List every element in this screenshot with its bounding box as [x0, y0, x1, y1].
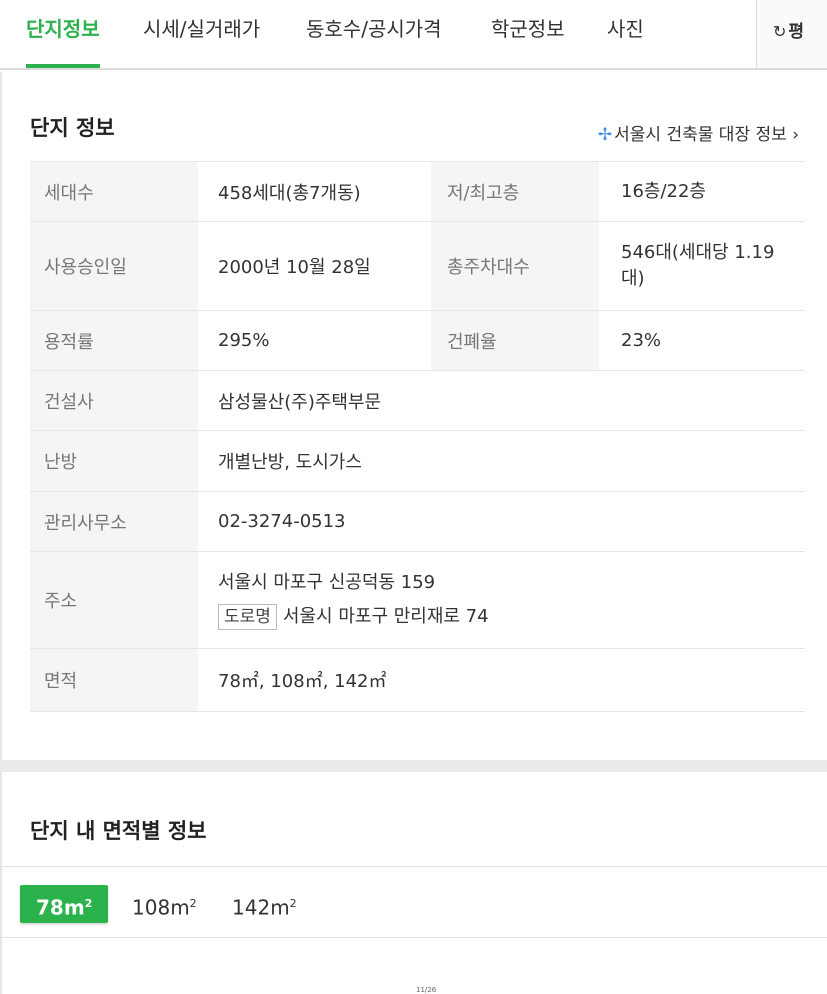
area-tab-unit-sup: 2	[289, 897, 297, 910]
far-value: 295%	[198, 310, 431, 371]
road-name-badge: 도로명	[218, 604, 277, 630]
address-road: 서울시 마포구 만리재로 74	[282, 606, 489, 627]
table-row: 난방 개별난방, 도시가스	[30, 430, 805, 492]
floorplan-caption: 11/26	[416, 986, 437, 994]
table-row: 세대수 458세대(총7개동) 저/최고층 16층/22층	[30, 161, 805, 222]
table-row: 사용승인일 2000년 10월 28일 총주차대수 546대(세대당 1.19대…	[30, 221, 805, 311]
tab-school[interactable]: 학군정보	[491, 0, 565, 68]
area-label: 면적	[30, 648, 198, 712]
bcr-value: 23%	[599, 310, 805, 371]
floors-label: 저/최고층	[431, 161, 599, 222]
building-register-link-label: 서울시 건축물 대장 정보	[614, 125, 787, 145]
heating-label: 난방	[30, 430, 198, 492]
table-row: 관리사무소 02-3274-0513	[30, 491, 805, 552]
bcr-label: 건폐율	[431, 310, 599, 371]
office-phone: 02-3274-0513	[198, 491, 805, 552]
area-tab-unit-sup: 2	[84, 897, 93, 910]
table-row: 면적 78㎡, 108㎡, 142㎡	[30, 648, 805, 712]
far-label: 용적률	[30, 310, 198, 371]
address-label: 주소	[30, 551, 198, 649]
area-tab-unit-sup: 2	[189, 897, 197, 910]
table-row: 주소 서울시 마포구 신공덕동 159 도로명 서울시 마포구 만리재로 74	[30, 551, 805, 649]
area-tab-value: 78	[36, 895, 64, 920]
approval-label: 사용승인일	[30, 221, 198, 311]
area-tab-142[interactable]: 142m2	[232, 885, 297, 923]
area-tab-unit: m	[170, 895, 190, 920]
chevron-right-icon: ›	[792, 125, 799, 145]
area-tab-unit: m	[270, 895, 290, 920]
seoul-logo-icon: ✢	[597, 125, 613, 145]
area-tab-bar: 78m2 108m2 142m2	[0, 866, 827, 938]
section-title-complex-info: 단지 정보	[30, 116, 115, 140]
area-tab-78[interactable]: 78m2	[20, 885, 109, 923]
unit-toggle-button[interactable]: ↻ 평	[756, 0, 827, 68]
office-label: 관리사무소	[30, 491, 198, 552]
tab-price[interactable]: 시세/실거래가	[143, 0, 260, 68]
table-row: 건설사 삼성물산(주)주택부문	[30, 370, 805, 431]
refresh-icon: ↻	[773, 22, 787, 41]
area-value: 78㎡, 108㎡, 142㎡	[198, 648, 805, 712]
households-value: 458세대(총7개동)	[198, 161, 431, 222]
area-tab-108[interactable]: 108m2	[132, 885, 197, 923]
area-tab-unit: m	[63, 895, 85, 920]
section-title-area-info: 단지 내 면적별 정보	[30, 819, 207, 843]
tab-complex-info[interactable]: 단지정보	[26, 0, 100, 68]
tab-unit-price[interactable]: 동호수/공시가격	[306, 0, 442, 68]
households-label: 세대수	[30, 161, 198, 222]
complex-info-table: 세대수 458세대(총7개동) 저/최고층 16층/22층 사용승인일 2000…	[30, 161, 805, 712]
builder-value: 삼성물산(주)주택부문	[198, 370, 805, 431]
address-cell: 서울시 마포구 신공덕동 159 도로명 서울시 마포구 만리재로 74	[198, 551, 805, 649]
floors-value: 16층/22층	[599, 161, 805, 222]
address-road-line: 도로명 서울시 마포구 만리재로 74	[218, 600, 789, 634]
top-tab-bar: 단지정보 시세/실거래가 동호수/공시가격 학군정보 사진 ↻ 평	[0, 0, 827, 70]
address-lot: 서울시 마포구 신공덕동 159	[218, 572, 436, 593]
tab-photos[interactable]: 사진	[607, 0, 644, 68]
heating-value: 개별난방, 도시가스	[198, 430, 805, 492]
parking-label: 총주차대수	[431, 221, 599, 311]
builder-label: 건설사	[30, 370, 198, 431]
table-row: 용적률 295% 건폐율 23%	[30, 310, 805, 371]
area-tab-value: 108	[132, 895, 171, 920]
area-tab-value: 142	[232, 895, 271, 920]
approval-value: 2000년 10월 28일	[198, 221, 431, 311]
building-register-link[interactable]: ✢ 서울시 건축물 대장 정보 ›	[598, 120, 799, 145]
unit-toggle-label: 평	[788, 22, 805, 42]
section-divider	[0, 760, 827, 772]
parking-value: 546대(세대당 1.19대)	[599, 221, 805, 311]
